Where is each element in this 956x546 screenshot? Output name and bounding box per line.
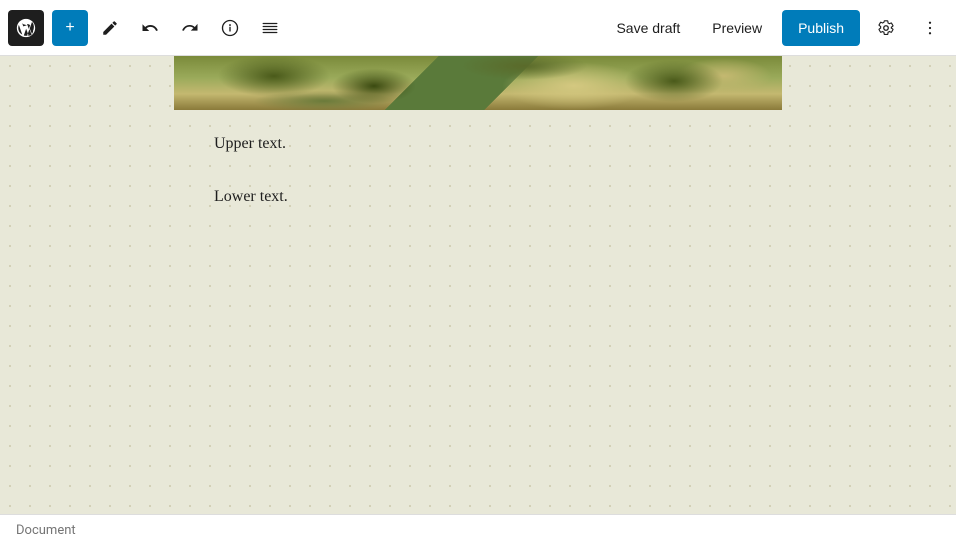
list-icon bbox=[261, 19, 279, 37]
featured-image-block bbox=[174, 56, 782, 110]
pen-icon bbox=[101, 19, 119, 37]
status-bar: Document bbox=[0, 514, 956, 546]
info-icon bbox=[221, 19, 239, 37]
gear-icon bbox=[877, 19, 895, 37]
edit-tool-button[interactable] bbox=[92, 10, 128, 46]
undo-icon bbox=[141, 19, 159, 37]
main-toolbar: + bbox=[0, 0, 956, 56]
document-status-label: Document bbox=[16, 523, 76, 538]
redo-button[interactable] bbox=[172, 10, 208, 46]
preview-button[interactable]: Preview bbox=[700, 14, 774, 42]
text-content-area: Upper text. Lower text. bbox=[174, 110, 782, 256]
add-block-button[interactable]: + bbox=[52, 10, 88, 46]
toolbar-right-group: Save draft Preview Publish bbox=[604, 10, 948, 46]
info-button[interactable] bbox=[212, 10, 248, 46]
wp-logo bbox=[8, 10, 44, 46]
undo-button[interactable] bbox=[132, 10, 168, 46]
upper-text-paragraph[interactable]: Upper text. bbox=[214, 130, 742, 159]
publish-button[interactable]: Publish bbox=[782, 10, 860, 46]
redo-icon bbox=[181, 19, 199, 37]
settings-button[interactable] bbox=[868, 10, 904, 46]
editor-area: Upper text. Lower text. bbox=[0, 56, 956, 514]
editor-content: Upper text. Lower text. bbox=[88, 56, 868, 494]
more-options-button[interactable] bbox=[912, 10, 948, 46]
toolbar-left-group: + bbox=[8, 10, 600, 46]
more-vertical-icon bbox=[921, 19, 939, 37]
image-simulation bbox=[174, 56, 782, 110]
save-draft-button[interactable]: Save draft bbox=[604, 14, 692, 42]
wordpress-icon bbox=[15, 17, 37, 39]
lower-text-paragraph[interactable]: Lower text. bbox=[214, 183, 742, 212]
block-list-button[interactable] bbox=[252, 10, 288, 46]
